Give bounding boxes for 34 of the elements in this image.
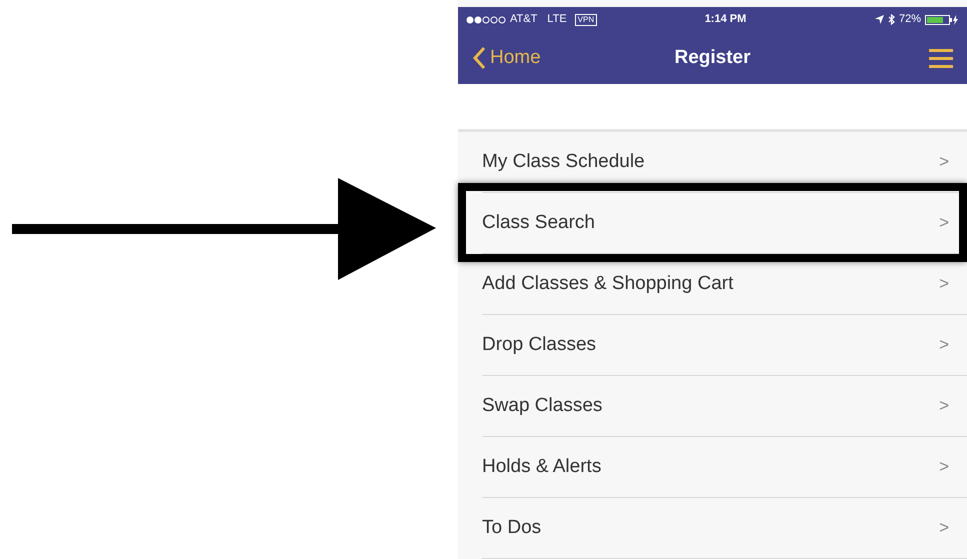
menu-item[interactable]: Drop Classes > [482, 315, 967, 376]
menu-item[interactable]: To Dos > [482, 498, 967, 559]
carrier-text: AT&T [510, 12, 538, 28]
menu-item[interactable]: Swap Classes > [482, 376, 967, 437]
battery-text: 72% [898, 12, 921, 28]
chevron-right-text: > [939, 395, 949, 418]
network-text: LTE [547, 12, 567, 28]
menu-item-label: Swap Classes [482, 394, 604, 418]
bluetooth-icon [888, 14, 895, 26]
menu-icon[interactable] [929, 48, 953, 68]
chevron-right-text: > [939, 456, 949, 478]
menu-item-label: Add Classes & Shopping Cart [482, 272, 734, 296]
back-button[interactable]: Home [472, 44, 592, 72]
chevron-right-text: > [939, 517, 949, 540]
time-text: 1:14 PM [704, 12, 748, 28]
chevron-right-text: > [939, 273, 949, 296]
battery-icon [925, 14, 959, 25]
menu-item[interactable]: My Class Schedule > [482, 132, 967, 193]
location-icon [874, 15, 884, 24]
signal-icon [466, 16, 506, 24]
menu-item-label: To Dos [482, 516, 542, 540]
chevron-left-icon [472, 46, 486, 70]
menu-item[interactable]: Add Classes & Shopping Cart > [482, 254, 967, 315]
menu-item[interactable]: Class Search > [482, 193, 967, 254]
chevron-right-text: > [939, 151, 949, 174]
chevron-right-text: > [939, 212, 949, 234]
menu-item-label: My Class Schedule [482, 150, 646, 174]
vpn-badge: VPN [574, 14, 598, 26]
menu-item-label: Holds & Alerts [482, 454, 602, 479]
menu-item-label: Class Search [482, 210, 596, 235]
chevron-right-text: > [939, 334, 949, 356]
page-title: Register [673, 46, 752, 70]
menu-item[interactable]: Holds & Alerts > [482, 437, 967, 498]
menu-item-label: Drop Classes [482, 332, 598, 357]
